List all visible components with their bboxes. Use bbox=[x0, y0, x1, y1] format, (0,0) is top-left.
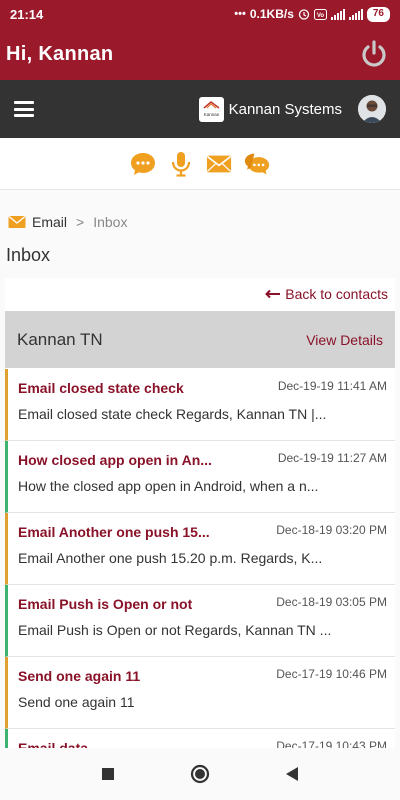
message-date: Dec-17-19 10:46 PM bbox=[276, 667, 387, 681]
status-indicators: ••• 0.1KB/s Vo 76 bbox=[234, 6, 390, 22]
breadcrumb-separator: > bbox=[76, 214, 85, 230]
message-preview: Send one again 11 bbox=[18, 694, 135, 710]
message-preview: Email Push is Open or not Regards, Kanna… bbox=[18, 622, 332, 638]
triangle-back-icon bbox=[286, 767, 298, 781]
company-logo: Kannan bbox=[198, 96, 224, 122]
back-to-contacts-label: Back to contacts bbox=[285, 286, 388, 302]
app-header: Hi, Kannan bbox=[0, 28, 400, 80]
back-button[interactable] bbox=[280, 762, 304, 786]
message-item[interactable]: Email Another one push 15... Dec-18-19 0… bbox=[5, 513, 395, 585]
email-icon[interactable] bbox=[206, 151, 232, 177]
message-item[interactable]: Email Push is Open or not Dec-18-19 03:0… bbox=[5, 585, 395, 657]
message-date: Dec-19-19 11:41 AM bbox=[277, 379, 387, 393]
message-date: Dec-18-19 03:05 PM bbox=[276, 595, 387, 609]
status-time: 21:14 bbox=[10, 6, 44, 22]
message-date: Dec-19-19 11:27 AM bbox=[277, 451, 387, 465]
status-bar: 21:14 ••• 0.1KB/s Vo 76 bbox=[0, 0, 400, 28]
network-speed: 0.1KB/s bbox=[249, 7, 294, 21]
battery-indicator: 76 bbox=[366, 6, 390, 22]
message-preview: How the closed app open in Android, when… bbox=[18, 478, 319, 494]
message-date: Dec-18-19 03:20 PM bbox=[276, 523, 387, 537]
arrow-left-icon bbox=[265, 289, 281, 299]
message-date: Dec-17-19 10:43 PM bbox=[276, 739, 387, 748]
breadcrumb-email[interactable]: Email bbox=[32, 214, 67, 230]
power-button[interactable] bbox=[358, 38, 390, 70]
contact-name: Kannan TN bbox=[17, 329, 103, 349]
message-item[interactable]: How closed app open in An... Dec-19-19 1… bbox=[5, 441, 395, 513]
home-button[interactable] bbox=[188, 762, 212, 786]
recents-button[interactable] bbox=[96, 762, 120, 786]
signal-icon bbox=[330, 8, 345, 20]
contact-row: Kannan TN View Details bbox=[5, 311, 395, 368]
message-item[interactable]: Email closed state check Dec-19-19 11:41… bbox=[5, 369, 395, 441]
message-subject: Email data bbox=[18, 740, 89, 748]
message-subject: Email Push is Open or not bbox=[18, 596, 193, 612]
message-subject: Email Another one push 15... bbox=[18, 524, 210, 540]
greeting: Hi, Kannan bbox=[6, 42, 114, 65]
message-subject: Send one again 11 bbox=[18, 668, 141, 684]
volte-icon: Vo bbox=[313, 8, 327, 20]
nav-right: Kannan Kannan Systems bbox=[198, 95, 386, 123]
channel-strip bbox=[0, 138, 400, 190]
svg-text:Kannan: Kannan bbox=[203, 112, 219, 117]
message-subject: Email closed state check bbox=[18, 380, 184, 396]
page-title: Inbox bbox=[6, 245, 51, 265]
message-item[interactable]: Send one again 11 Dec-17-19 10:46 PM Sen… bbox=[5, 657, 395, 729]
dots-icon: ••• bbox=[234, 8, 246, 20]
signal-2-icon bbox=[348, 8, 363, 20]
microphone-icon[interactable] bbox=[168, 151, 194, 177]
message-item[interactable]: Email data Dec-17-19 10:43 PM bbox=[5, 729, 395, 748]
message-subject: How closed app open in An... bbox=[18, 452, 212, 468]
square-icon bbox=[102, 768, 114, 780]
system-navigation-bar bbox=[0, 748, 400, 800]
mail-icon bbox=[8, 215, 26, 229]
message-preview: Email closed state check Regards, Kannan… bbox=[18, 406, 327, 422]
top-navbar: Kannan Kannan Systems bbox=[0, 80, 400, 138]
hamburger-icon[interactable] bbox=[14, 101, 34, 117]
chat-icon[interactable] bbox=[130, 151, 156, 177]
breadcrumb-inbox: Inbox bbox=[93, 214, 128, 230]
inbox-card: Back to contacts Kannan TN View Details … bbox=[5, 278, 395, 748]
alarm-icon bbox=[298, 9, 310, 20]
circle-icon bbox=[190, 764, 210, 784]
message-preview: Email Another one push 15.20 p.m. Regard… bbox=[18, 550, 323, 566]
company-name[interactable]: Kannan Systems bbox=[229, 101, 342, 118]
avatar[interactable] bbox=[358, 95, 386, 123]
back-to-contacts-link[interactable]: Back to contacts bbox=[265, 286, 388, 302]
svg-text:Vo: Vo bbox=[317, 13, 325, 19]
view-details-link[interactable]: View Details bbox=[306, 332, 383, 348]
breadcrumb: Email > Inbox bbox=[8, 214, 127, 230]
conversation-icon[interactable] bbox=[244, 151, 270, 177]
message-list: Email closed state check Dec-19-19 11:41… bbox=[5, 369, 395, 748]
power-icon bbox=[362, 40, 386, 67]
